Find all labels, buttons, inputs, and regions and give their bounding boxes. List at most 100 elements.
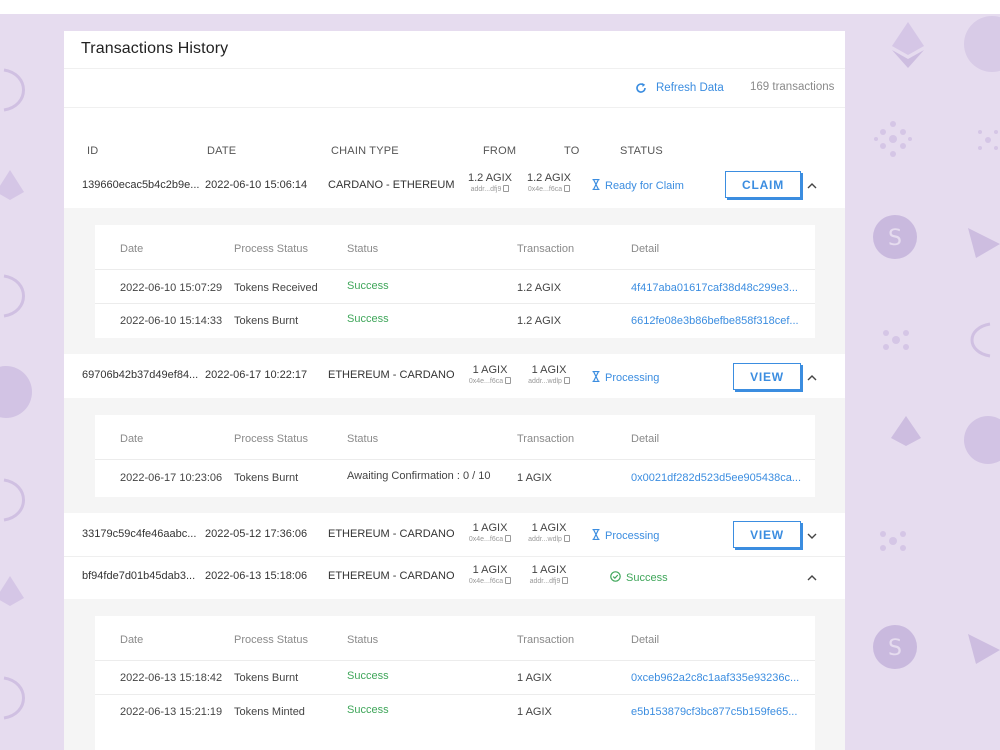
to-address[interactable]: 0x4e...f6ca (519, 185, 579, 195)
transaction-chain: ETHEREUM - CARDANO (328, 369, 455, 381)
chevron-down-icon[interactable] (805, 529, 819, 543)
detail-date: 2022-06-10 15:14:33 (120, 315, 223, 327)
status-badge: Processing (592, 370, 660, 385)
status-badge: Processing (592, 528, 660, 543)
column-header-date: DATE (207, 145, 237, 157)
copy-icon[interactable] (563, 377, 570, 384)
from-address-text: 0x4e...f6ca (468, 578, 504, 585)
detail-header-detail: Detail (631, 243, 660, 255)
divider (95, 694, 815, 695)
status-text: Processing (605, 530, 660, 542)
details-table: Date Process Status Status Transaction D… (95, 616, 815, 750)
copy-icon[interactable] (563, 535, 570, 542)
detail-header-transaction: Transaction (517, 243, 575, 255)
from-address[interactable]: 0x4e...f6ca (460, 377, 520, 387)
from-address[interactable]: 0x4e...f6ca (460, 577, 520, 587)
from-amount: 1 AGIX 0x4e...f6ca (460, 522, 520, 545)
detail-header-detail: Detail (631, 433, 660, 445)
detail-hash-link[interactable]: 0xceb962a2c8c1aaf335e93236c... (631, 672, 799, 684)
copy-icon[interactable] (505, 535, 512, 542)
singularitynet-logo-deco (0, 362, 34, 422)
singularitynet-logo-deco: S (872, 214, 918, 260)
transaction-row: bf94fde7d01b45dab3... 2022-06-13 15:18:0… (64, 555, 845, 599)
detail-process-status: Tokens Minted (234, 706, 305, 718)
status-text: Processing (605, 372, 660, 384)
detail-process-status: Tokens Received (234, 282, 318, 294)
transaction-row: 69706b42b37d49ef84... 2022-06-17 10:22:1… (64, 354, 845, 398)
detail-header-date: Date (120, 634, 144, 646)
detail-hash-link[interactable]: 0x0021df282d523d5ee905438ca... (631, 472, 801, 484)
copy-icon[interactable] (562, 577, 569, 584)
transaction-date: 2022-06-10 15:06:14 (205, 179, 308, 191)
transaction-date: 2022-05-12 17:36:06 (205, 528, 308, 540)
chevron-up-icon[interactable] (805, 371, 819, 385)
chevron-up-icon[interactable] (805, 179, 819, 193)
column-header-to: TO (564, 145, 580, 157)
cardano-logo-deco (870, 518, 916, 564)
transaction-count: 169 transactions (750, 81, 835, 93)
claim-button[interactable]: CLAIM (725, 171, 803, 200)
copy-icon[interactable] (564, 185, 571, 192)
to-address-text: 0x4e...f6ca (527, 186, 563, 193)
detail-status: Success (347, 704, 389, 716)
detail-date: 2022-06-13 15:21:19 (120, 706, 223, 718)
detail-process-status: Tokens Burnt (234, 472, 299, 484)
transactions-panel: Transactions History Refresh Data 169 tr… (64, 31, 845, 750)
from-amount-value: 1.2 AGIX (467, 172, 513, 184)
detail-transaction: 1 AGIX (517, 706, 552, 718)
transaction-row: 33179c59c4fe46aabc... 2022-05-12 17:36:0… (64, 513, 845, 557)
detail-date: 2022-06-10 15:07:29 (120, 282, 223, 294)
swirl-logo-deco (0, 668, 36, 728)
detail-process-status: Tokens Burnt (234, 315, 299, 327)
to-address[interactable]: addr...wdlp (519, 377, 579, 387)
detail-hash-link[interactable]: e5b153879cf3bc877c5b159fe65... (631, 706, 797, 718)
panel-title: Transactions History (81, 40, 229, 57)
hourglass-icon (592, 370, 600, 385)
to-amount: 1 AGIX addr...wdlp (519, 522, 579, 545)
refresh-data-button[interactable]: Refresh Data (635, 80, 724, 96)
from-amount: 1.2 AGIX addr...dfj9 (460, 172, 520, 195)
detail-process-status: Tokens Burnt (234, 672, 299, 684)
ethereum-logo-deco (888, 20, 928, 70)
detail-transaction: 1 AGIX (517, 472, 552, 484)
transaction-details: Date Process Status Status Transaction D… (64, 208, 845, 354)
to-address-text: addr...dfj9 (529, 578, 561, 585)
detail-header-status: Status (347, 634, 379, 646)
to-amount-value: 1.2 AGIX (526, 172, 572, 184)
from-address[interactable]: 0x4e...f6ca (460, 535, 520, 545)
transaction-id: bf94fde7d01b45dab3... (82, 570, 196, 582)
detail-header-transaction: Transaction (517, 433, 575, 445)
chevron-up-icon[interactable] (805, 571, 819, 585)
divider (95, 660, 815, 661)
to-address[interactable]: addr...dfj9 (519, 577, 579, 587)
detail-status: Awaiting Confirmation : 0 / 10 (347, 470, 491, 482)
status-text: Success (626, 572, 668, 584)
detail-header-transaction: Transaction (517, 634, 575, 646)
hourglass-icon (592, 178, 600, 193)
to-amount-value: 1 AGIX (531, 564, 567, 576)
ethereum-logo-deco (888, 414, 924, 462)
svg-text:S: S (888, 636, 902, 661)
view-button[interactable]: VIEW (733, 521, 803, 550)
from-address-text: 0x4e...f6ca (468, 536, 504, 543)
transaction-date: 2022-06-13 15:18:06 (205, 570, 308, 582)
detail-hash-link[interactable]: 4f417aba01617caf38d48c299e3... (631, 282, 798, 294)
copy-icon[interactable] (503, 185, 510, 192)
detail-status: Success (347, 280, 389, 292)
to-amount-value: 1 AGIX (531, 522, 567, 534)
ethereum-logo-deco (0, 572, 26, 622)
copy-icon[interactable] (505, 577, 512, 584)
transaction-chain: CARDANO - ETHEREUM (328, 179, 455, 191)
view-button[interactable]: VIEW (733, 363, 803, 392)
to-address[interactable]: addr...wdlp (519, 535, 579, 545)
transaction-chain: ETHEREUM - CARDANO (328, 528, 455, 540)
detail-hash-link[interactable]: 6612fe08e3b86befbe858f318cef... (631, 315, 799, 327)
refresh-label: Refresh Data (656, 82, 724, 94)
cardano-logo-deco (868, 114, 918, 164)
detail-header-process-status: Process Status (234, 433, 308, 445)
copy-icon[interactable] (505, 377, 512, 384)
from-amount-value: 1 AGIX (472, 364, 508, 376)
from-address[interactable]: addr...dfj9 (460, 185, 520, 195)
detail-transaction: 1 AGIX (517, 672, 552, 684)
transaction-id: 33179c59c4fe46aabc... (82, 528, 197, 540)
